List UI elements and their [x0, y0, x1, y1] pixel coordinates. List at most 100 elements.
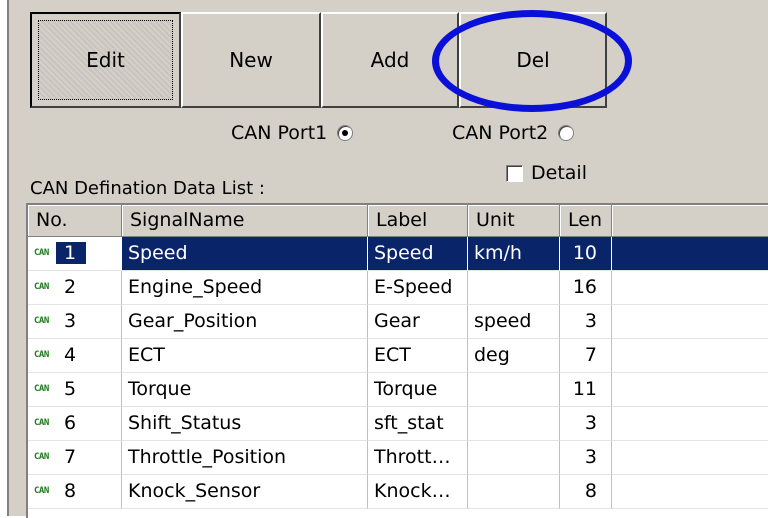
cell-filler — [612, 339, 768, 373]
table-row[interactable]: CAN 5 Torque Torque 11 — [28, 373, 768, 407]
can-icon: CAN — [34, 316, 49, 326]
cell-filler — [612, 407, 768, 441]
cell-no-content: CAN 3 — [34, 310, 121, 332]
cell-unit — [468, 373, 560, 407]
add-button-label: Add — [370, 48, 410, 72]
table-row[interactable]: CAN 4 ECT ECT deg 7 — [28, 339, 768, 373]
cell-len: 7 — [560, 339, 612, 373]
grid-rows: CAN 1 Speed Speed km/h 10 CAN 2 Engine_Speed E-Sp… — [28, 237, 768, 509]
can-port2-option[interactable]: CAN Port2 — [452, 122, 575, 144]
cell-signal-name: Throttle_Position — [122, 441, 368, 475]
new-button-label: New — [229, 48, 273, 72]
column-header-len[interactable]: Len — [560, 205, 612, 237]
cell-no-content: CAN 8 — [34, 480, 121, 502]
cell-no: CAN 4 — [28, 339, 122, 373]
table-row[interactable]: CAN 2 Engine_Speed E-Speed 16 — [28, 271, 768, 305]
cell-len: 10 — [560, 237, 612, 271]
table-row[interactable]: CAN 7 Throttle_Position Thrott… 3 — [28, 441, 768, 475]
row-number: 5 — [64, 378, 77, 400]
cell-len: 3 — [560, 305, 612, 339]
table-row[interactable]: CAN 8 Knock_Sensor Knock… 8 — [28, 475, 768, 509]
row-number: 7 — [64, 446, 77, 468]
table-row[interactable]: CAN 1 Speed Speed km/h 10 — [28, 237, 768, 271]
cell-unit — [468, 271, 560, 305]
cell-label: Gear — [368, 305, 468, 339]
cell-len: 3 — [560, 441, 612, 475]
cell-filler — [612, 373, 768, 407]
grid-header: No. SignalName Label Unit Len — [28, 205, 768, 237]
row-number: 4 — [64, 344, 77, 366]
can-port1-radio[interactable] — [337, 125, 354, 141]
cell-label: Knock… — [368, 475, 468, 509]
can-icon: CAN — [34, 452, 49, 462]
cell-signal-name: Shift_Status — [122, 407, 368, 441]
cell-label: E-Speed — [368, 271, 468, 305]
can-port1-option[interactable]: CAN Port1 — [231, 122, 354, 144]
row-number: 8 — [64, 480, 77, 502]
column-header-label[interactable]: Label — [368, 205, 468, 237]
cell-unit — [468, 441, 560, 475]
cell-no: CAN 1 — [28, 237, 122, 271]
can-port1-label: CAN Port1 — [231, 122, 328, 144]
cell-label: ECT — [368, 339, 468, 373]
cell-no: CAN 6 — [28, 407, 122, 441]
cell-no-content: CAN 5 — [34, 378, 121, 400]
edit-button-label: Edit — [86, 48, 125, 72]
cell-no: CAN 2 — [28, 271, 122, 305]
cell-label: sft_stat — [368, 407, 468, 441]
can-icon: CAN — [34, 350, 49, 360]
cell-filler — [612, 441, 768, 475]
cell-len: 11 — [560, 373, 612, 407]
can-icon: CAN — [34, 282, 49, 292]
row-number: 2 — [64, 276, 77, 298]
cell-filler — [612, 237, 768, 271]
cell-no-content: CAN 4 — [34, 344, 121, 366]
cell-unit — [468, 407, 560, 441]
can-port2-radio[interactable] — [558, 125, 575, 141]
cell-signal-name: Engine_Speed — [122, 271, 368, 305]
cell-label: Torque — [368, 373, 468, 407]
list-title: CAN Defination Data List : — [30, 178, 265, 199]
column-header-filler — [612, 205, 768, 237]
add-button[interactable]: Add — [321, 12, 459, 108]
cell-no: CAN 3 — [28, 305, 122, 339]
column-header-no[interactable]: No. — [28, 205, 122, 237]
panel-left-border — [0, 0, 9, 516]
can-icon: CAN — [34, 418, 49, 428]
cell-label: Speed — [368, 237, 468, 271]
new-button[interactable]: New — [181, 12, 321, 108]
delete-button-label: Del — [516, 48, 550, 72]
cell-signal-name: Speed — [122, 237, 368, 271]
table-row[interactable]: CAN 3 Gear_Position Gear speed 3 — [28, 305, 768, 339]
row-number: 6 — [64, 412, 77, 434]
detail-option[interactable]: Detail — [506, 162, 587, 184]
can-icon: CAN — [34, 486, 49, 496]
toolbar: Edit New Add Del — [30, 12, 607, 108]
cell-filler — [612, 271, 768, 305]
cell-len: 3 — [560, 407, 612, 441]
cell-filler — [612, 475, 768, 509]
can-data-grid[interactable]: No. SignalName Label Unit Len CAN 1 Speed S… — [26, 203, 768, 518]
cell-signal-name: Knock_Sensor — [122, 475, 368, 509]
cell-len: 16 — [560, 271, 612, 305]
can-port2-label: CAN Port2 — [452, 122, 549, 144]
delete-button[interactable]: Del — [459, 12, 607, 108]
can-icon: CAN — [34, 384, 49, 394]
cell-unit — [468, 475, 560, 509]
cell-signal-name: ECT — [122, 339, 368, 373]
edit-button[interactable]: Edit — [30, 12, 181, 108]
cell-filler — [612, 305, 768, 339]
detail-checkbox[interactable] — [506, 164, 523, 182]
can-icon: CAN — [34, 248, 49, 258]
row-number: 3 — [64, 310, 77, 332]
cell-unit: deg — [468, 339, 560, 373]
cell-no-content: CAN 2 — [34, 276, 121, 298]
cell-unit: speed — [468, 305, 560, 339]
cell-signal-name: Torque — [122, 373, 368, 407]
column-header-signalname[interactable]: SignalName — [122, 205, 368, 237]
cell-no-content: CAN 1 — [34, 242, 121, 264]
table-row[interactable]: CAN 6 Shift_Status sft_stat 3 — [28, 407, 768, 441]
column-header-unit[interactable]: Unit — [468, 205, 560, 237]
cell-label: Thrott… — [368, 441, 468, 475]
can-definition-panel: Edit New Add Del CAN Port1 CAN Port2 Det… — [0, 0, 768, 518]
